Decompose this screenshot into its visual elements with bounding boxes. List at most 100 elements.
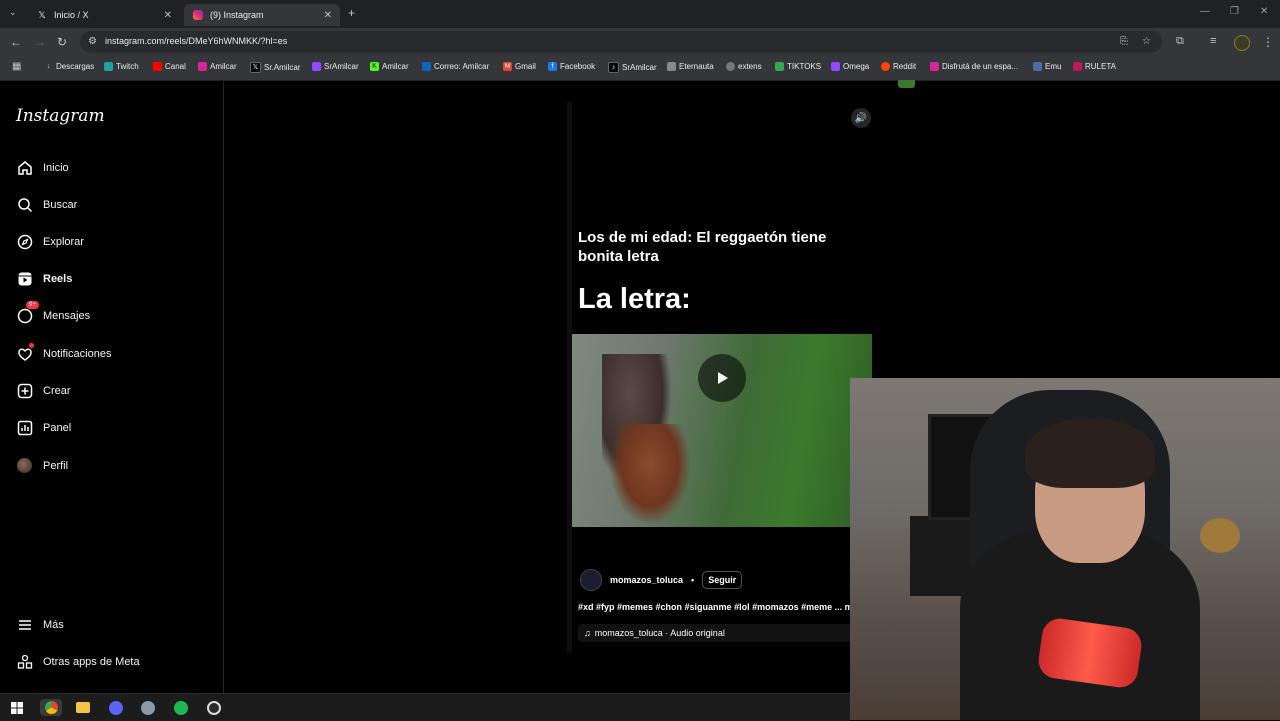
close-tab-icon[interactable]: ✕ — [164, 10, 172, 21]
follow-button[interactable]: Seguir — [702, 571, 743, 589]
sidebar-item-otras-apps[interactable]: Otras apps de Meta — [16, 653, 140, 670]
bookmarks-bar: ▦ ↓ Descargas Twitch Canal Amilcar 𝕏 Sr.Am… — [0, 56, 1280, 81]
instagram-icon — [198, 62, 207, 71]
bookmark-item[interactable]: ↓ Descargas — [44, 62, 95, 71]
app-icon[interactable] — [107, 699, 124, 716]
windows-start-icon[interactable] — [8, 699, 25, 716]
drive-icon — [775, 62, 784, 71]
apps-grid-icon[interactable]: ▦ — [12, 61, 21, 72]
site-info-icon[interactable]: ⚙ — [88, 36, 97, 47]
bookmark-item[interactable]: extens — [726, 62, 762, 71]
chart-icon — [16, 419, 33, 436]
author-username[interactable]: momazos_toluca — [610, 575, 683, 585]
sidebar-item-mas[interactable]: Más — [16, 616, 64, 633]
minimize-icon[interactable]: — — [1200, 6, 1210, 17]
sidebar-item-panel[interactable]: Panel — [16, 419, 71, 436]
emulator-icon — [1033, 62, 1042, 71]
instagram-sidebar: Instagram Inicio Buscar Explorar Reels 9… — [0, 81, 224, 693]
reload-icon[interactable]: ↻ — [57, 35, 67, 49]
close-tab-icon[interactable]: ✕ — [324, 10, 332, 21]
new-tab-icon[interactable]: + — [348, 6, 355, 20]
back-icon[interactable]: ← — [10, 35, 22, 49]
install-app-icon[interactable]: ⎘ — [1120, 36, 1128, 47]
bookmark-item[interactable]: TIKTOKS — [775, 62, 821, 71]
tab-title: Inicio / X — [54, 10, 89, 20]
reel-caption[interactable]: #xd #fyp #memes #chon #siguanme #lol #mo… — [578, 602, 868, 612]
extensions-icon[interactable]: ⧉ — [1176, 35, 1184, 48]
bookmark-item[interactable]: SrAmilcar — [312, 62, 359, 71]
volume-icon[interactable]: 🔊 — [851, 108, 871, 128]
obs-icon[interactable] — [205, 699, 222, 716]
sidebar-item-crear[interactable]: Crear — [16, 382, 71, 399]
tab-search-dropdown-icon[interactable]: ⌄ — [9, 7, 17, 18]
instagram-logo[interactable]: Instagram — [16, 106, 105, 126]
webcam-person-hair — [1025, 418, 1155, 488]
avatar — [16, 457, 33, 474]
messages-badge: 9+ — [26, 301, 39, 309]
reddit-icon — [881, 62, 890, 71]
gmail-icon: M — [503, 62, 512, 71]
bookmark-item[interactable]: Omega — [831, 62, 869, 71]
bookmark-item[interactable]: K Amilcar — [370, 62, 409, 71]
reel-overlay-title: Los de mi edad: El reggaetón tiene bonit… — [578, 229, 827, 265]
instagram-icon — [192, 9, 204, 21]
app-icon[interactable] — [139, 699, 156, 716]
sidebar-item-explorar[interactable]: Explorar — [16, 233, 84, 250]
more-menu-icon[interactable]: ⋮ — [1262, 35, 1274, 49]
search-icon — [16, 196, 33, 213]
author-avatar[interactable] — [580, 569, 602, 591]
menu-icon — [16, 616, 33, 633]
profile-avatar[interactable] — [1234, 35, 1250, 51]
reels-icon — [16, 270, 33, 287]
bookmark-item[interactable]: Emu — [1033, 62, 1061, 71]
twitch-icon — [104, 62, 113, 71]
outlook-icon — [422, 62, 431, 71]
document-icon — [667, 62, 676, 71]
bookmark-item[interactable]: M Gmail — [503, 62, 536, 71]
sidebar-item-notificaciones[interactable]: Notificaciones — [16, 343, 111, 362]
bookmark-star-icon[interactable]: ☆ — [1142, 36, 1151, 47]
sidebar-item-inicio[interactable]: Inicio — [16, 159, 69, 176]
sidebar-item-perfil[interactable]: Perfil — [16, 457, 68, 474]
compass-icon — [16, 233, 33, 250]
webcam-plush — [1200, 518, 1240, 553]
bookmark-item[interactable]: Eternauta — [667, 62, 714, 71]
chrome-icon[interactable] — [40, 699, 62, 716]
tab-instagram[interactable]: (9) Instagram ✕ — [184, 4, 340, 26]
bookmark-item[interactable]: ♪ SrAmilcar — [608, 62, 657, 73]
bookmark-item[interactable]: Amilcar — [198, 62, 237, 71]
bookmark-item[interactable]: 𝕏 Sr.Amilcar — [250, 62, 300, 73]
play-icon[interactable] — [698, 354, 746, 402]
bookmark-item[interactable]: Disfrutá de un espa... — [930, 62, 1018, 71]
bookmark-item[interactable]: f Facebook — [548, 62, 595, 71]
spotify-icon[interactable] — [172, 699, 189, 716]
separator-dot: • — [691, 575, 695, 585]
close-window-icon[interactable]: ✕ — [1260, 6, 1268, 17]
address-bar[interactable]: ⚙ instagram.com/reels/DMeY6hWNMKK/?hl=es… — [80, 31, 1162, 53]
bookmark-item[interactable]: Twitch — [104, 62, 139, 71]
bookmark-item[interactable]: Reddit — [881, 62, 916, 71]
bookmark-item[interactable]: RULETA — [1073, 62, 1116, 71]
file-explorer-icon[interactable] — [74, 699, 91, 716]
restore-icon[interactable]: ❐ — [1230, 6, 1239, 17]
sidebar-item-mensajes[interactable]: 9+ Mensajes — [16, 301, 90, 324]
music-note-icon: ♫ — [584, 628, 591, 638]
sidebar-item-buscar[interactable]: Buscar — [16, 196, 77, 213]
bookmark-item[interactable]: Canal — [153, 62, 186, 71]
bookmark-item[interactable]: Correo: Amilcar — [422, 62, 489, 71]
reel-overlay-big-text: La letra: — [578, 283, 691, 315]
audio-label: momazos_toluca · Audio original — [594, 628, 725, 638]
overlay-widget — [898, 80, 915, 88]
sidebar-item-reels[interactable]: Reels — [16, 270, 72, 287]
audio-link[interactable]: ♫ momazos_toluca · Audio original — [578, 624, 864, 642]
windows-taskbar — [0, 693, 850, 721]
x-logo-icon: 𝕏 — [250, 62, 261, 73]
reel-video-frame[interactable] — [572, 334, 872, 527]
media-control-icon[interactable]: ≡ — [1210, 35, 1216, 47]
tab-x[interactable]: 𝕏 Inicio / X ✕ — [28, 4, 180, 26]
browser-tab-bar: ⌄ 𝕏 Inicio / X ✕ (9) Instagram ✕ + — ❐ ✕ — [0, 0, 1280, 28]
webcam-overlay — [850, 378, 1280, 720]
forward-icon[interactable]: → — [34, 35, 46, 49]
reel-player[interactable]: 🔊 Los de mi edad: El reggaetón tiene bon… — [572, 102, 872, 652]
tab-title: (9) Instagram — [210, 10, 264, 20]
